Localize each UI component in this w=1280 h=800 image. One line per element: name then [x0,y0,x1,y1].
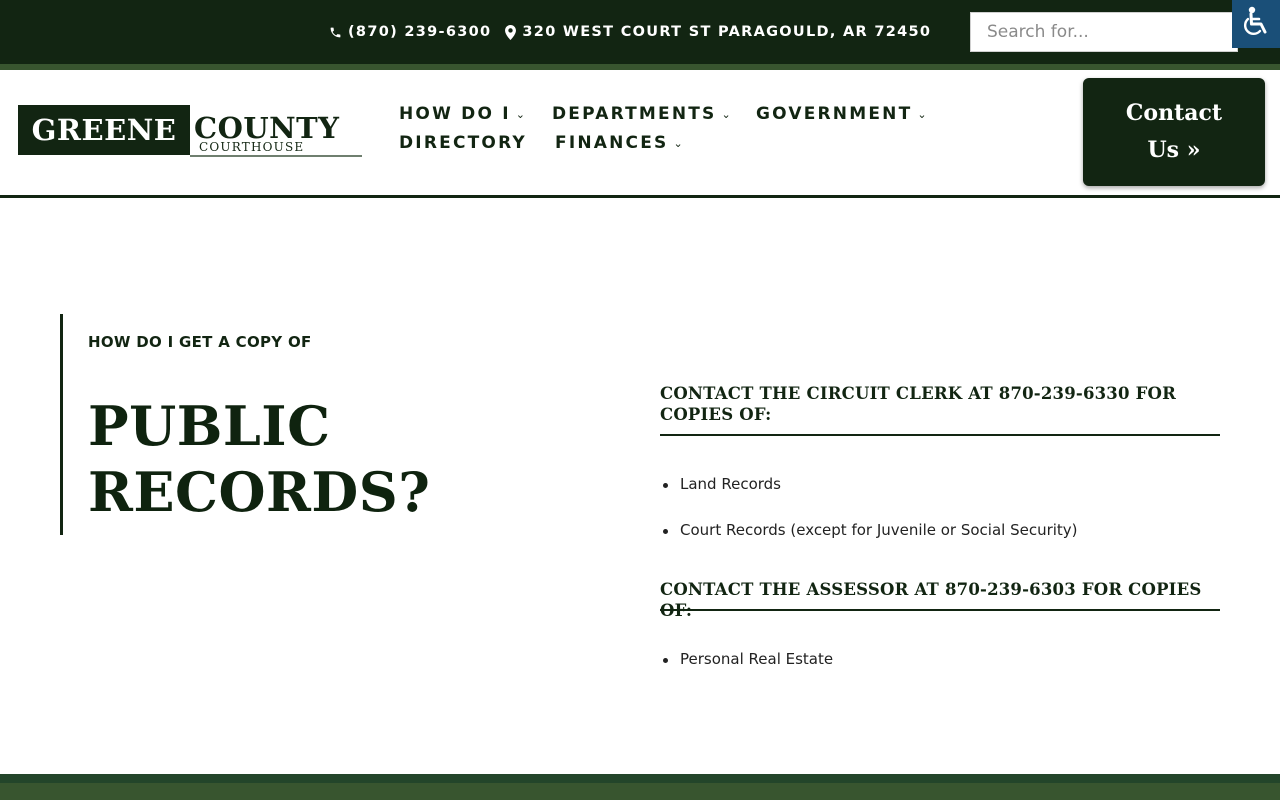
address[interactable]: 320 WEST COURT ST PARAGOULD, AR 72450 [522,24,931,40]
nav-item-government[interactable]: GOVERNMENT ⌄ [756,104,927,124]
nav-item-label: GOVERNMENT [756,104,913,124]
page-title-line1: PUBLIC [88,394,331,458]
list-item: Personal Real Estate [662,650,834,668]
page-title: PUBLIC RECORDS? [88,393,548,525]
logo-subtitle: COURTHOUSE [199,140,305,154]
nav-item-departments[interactable]: DEPARTMENTS ⌄ [552,104,731,124]
footer-stripe [0,774,1280,783]
chevron-down-icon: ⌄ [515,107,525,121]
search-input[interactable] [970,12,1238,52]
nav-item-label: DIRECTORY [399,133,527,153]
contact-us-button[interactable]: Contact Us » [1083,78,1265,186]
phone-number[interactable]: (870) 239-6300 [348,24,491,40]
chevron-down-icon: ⌄ [917,107,927,121]
nav-item-label: HOW DO I [399,104,511,124]
nav-item-label: FINANCES [555,133,669,153]
nav-item-how-do-i[interactable]: HOW DO I ⌄ [399,104,525,124]
footer-band [0,783,1280,800]
contact-button-line1: Contact [1125,100,1223,126]
section-divider [660,609,1220,611]
section-divider [660,434,1220,436]
logo-underline [190,155,362,157]
logo-word-greene: GREENE [18,105,190,155]
chevron-down-icon: ⌄ [673,136,683,150]
nav-item-label: DEPARTMENTS [552,104,717,124]
contact-button-line2: Us » [1147,137,1201,163]
list-item: Land Records [663,475,781,493]
hero-accent-bar [60,314,63,535]
accessibility-button[interactable] [1232,0,1280,48]
phone-icon [329,26,342,39]
circuit-clerk-heading: CONTACT THE CIRCUIT CLERK AT 870-239-633… [660,384,1177,424]
assessor-heading: CONTACT THE ASSESSOR AT 870-239-6303 FOR… [660,580,1202,620]
map-marker-icon [505,24,517,40]
site-logo[interactable]: GREENE COUNTY COURTHOUSE [18,105,362,157]
chevron-down-icon: ⌄ [721,107,731,121]
contact-info: (870) 239-6300 320 WEST COURT ST PARAGOU… [329,22,931,42]
page-title-line2: RECORDS? [88,460,431,524]
nav-item-directory[interactable]: DIRECTORY [399,133,527,153]
wheelchair-icon [1239,5,1273,43]
nav-item-finances[interactable]: FINANCES ⌄ [555,133,683,153]
list-item: Court Records (except for Juvenile or So… [663,521,1078,539]
hero-eyebrow: HOW DO I GET A COPY OF [88,333,312,351]
header-divider [0,195,1280,198]
